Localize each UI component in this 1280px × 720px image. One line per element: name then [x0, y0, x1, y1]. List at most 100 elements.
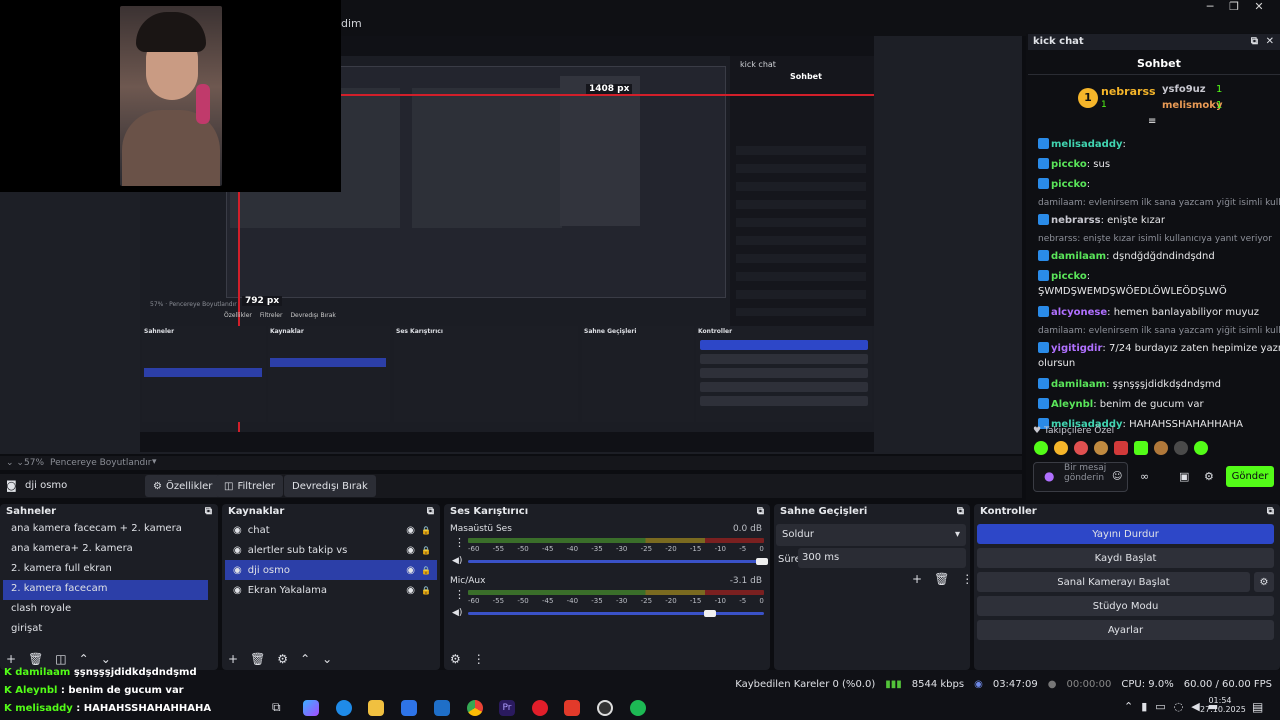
- transition-select[interactable]: Soldur ▾: [776, 524, 966, 546]
- lock-icon[interactable]: 🔒: [421, 586, 431, 595]
- menu-icon[interactable]: ⋮: [454, 588, 465, 601]
- lock-icon[interactable]: 🔒: [421, 526, 431, 535]
- virtual-camera-settings-icon[interactable]: ⚙: [1254, 572, 1274, 592]
- eye-icon[interactable]: ◉: [406, 525, 415, 536]
- chat-username[interactable]: melisadaddy: [1051, 139, 1123, 150]
- chevron-up-icon[interactable]: ⌃: [1124, 700, 1133, 713]
- stop-stream-button[interactable]: Yayını Durdur: [977, 524, 1274, 544]
- properties-button[interactable]: ⚙ Özellikler: [145, 475, 221, 497]
- scene-item[interactable]: 2. kamera full ekran: [3, 560, 208, 580]
- scene-item[interactable]: girişat: [3, 620, 208, 640]
- studio-mode-button[interactable]: Stüdyo Modu: [977, 596, 1274, 616]
- minimize-icon[interactable]: ─: [1197, 0, 1223, 14]
- eye-icon[interactable]: ◉: [406, 565, 415, 576]
- virtual-camera-button[interactable]: Sanal Kamerayı Başlat: [977, 572, 1250, 592]
- dock-popout-icon[interactable]: ⧉: [427, 506, 434, 518]
- emote-icon[interactable]: [1154, 441, 1168, 455]
- volume-icon[interactable]: ◀: [1191, 700, 1199, 713]
- emote-icon[interactable]: [1074, 441, 1088, 455]
- source-item[interactable]: ◉ alertler sub takip vs ◉ 🔒: [225, 540, 437, 560]
- zoom-fit-label[interactable]: Pencereye Boyutlandır: [50, 458, 151, 468]
- emote-icon[interactable]: [1134, 441, 1148, 455]
- menu-icon[interactable]: ⋮: [961, 572, 973, 586]
- edge-icon[interactable]: [336, 700, 352, 716]
- microphone-icon[interactable]: ▮: [1141, 700, 1147, 713]
- dock-popout-icon[interactable]: ⧉: [957, 506, 964, 518]
- close-icon[interactable]: ✕: [1246, 0, 1272, 14]
- zoom-value[interactable]: 57%: [24, 458, 44, 468]
- badges-icon[interactable]: ∞: [1140, 470, 1149, 483]
- chat-username[interactable]: piccko: [1051, 159, 1087, 170]
- volume-icon[interactable]: ◀): [452, 556, 462, 566]
- duration-spinbox[interactable]: 300 ms: [798, 548, 966, 568]
- scene-item[interactable]: 2. kamera facecam: [3, 580, 208, 600]
- trash-icon[interactable]: 🗑: [934, 572, 949, 586]
- task-view-icon[interactable]: ⧉: [272, 700, 281, 715]
- filters-button[interactable]: ◫ Filtreler: [216, 475, 284, 497]
- chevron-up-icon[interactable]: ⌃: [79, 652, 89, 666]
- source-item[interactable]: ◉ Ekran Yakalama ◉ 🔒: [225, 580, 437, 600]
- chevron-down-icon[interactable]: ▾: [152, 457, 157, 467]
- folder-icon[interactable]: [368, 700, 384, 716]
- chrome-icon[interactable]: [467, 700, 483, 716]
- gear-icon[interactable]: ⚙: [277, 652, 288, 666]
- chat-username[interactable]: alcyonese: [1051, 307, 1107, 318]
- eye-icon[interactable]: ◉: [406, 545, 415, 556]
- gear-icon[interactable]: ⚙: [1204, 470, 1214, 483]
- spotify-icon[interactable]: [630, 700, 646, 716]
- trash-icon[interactable]: 🗑: [28, 652, 43, 666]
- volume-icon[interactable]: ◀): [452, 608, 462, 618]
- chat-username[interactable]: piccko: [1051, 179, 1087, 190]
- clock[interactable]: 01:54 27.10.2025: [1200, 696, 1246, 714]
- emote-icon[interactable]: [1194, 441, 1208, 455]
- lock-icon[interactable]: 🔒: [421, 566, 431, 575]
- emote-icon[interactable]: [1034, 441, 1048, 455]
- emote-icon[interactable]: [1174, 441, 1188, 455]
- close-icon[interactable]: ✕: [1266, 36, 1274, 47]
- chat-username[interactable]: piccko: [1051, 271, 1087, 282]
- restore-icon[interactable]: ❐: [1221, 0, 1247, 14]
- slider-knob[interactable]: [704, 610, 716, 617]
- scene-item[interactable]: clash royale: [3, 600, 208, 620]
- scene-item[interactable]: ana kamera+ 2. kamera: [3, 540, 208, 560]
- volume-slider[interactable]: [468, 610, 764, 617]
- emoji-icon[interactable]: ☺: [1112, 471, 1122, 482]
- dock-popout-icon[interactable]: ⧉: [1251, 36, 1258, 47]
- lock-icon[interactable]: 🔒: [421, 546, 431, 555]
- add-icon[interactable]: +: [6, 652, 16, 666]
- expand-leaderboard-icon[interactable]: ≡: [1148, 116, 1156, 127]
- dock-popout-icon[interactable]: ⧉: [757, 506, 764, 518]
- chevron-up-icon[interactable]: ⌃: [300, 652, 310, 666]
- gear-icon[interactable]: ⚙: [450, 652, 461, 666]
- notification-icon[interactable]: ▤: [1252, 700, 1263, 714]
- volume-slider[interactable]: [468, 558, 768, 565]
- source-item[interactable]: ◉ dji osmo ◉ 🔒: [225, 560, 437, 580]
- deactivate-button[interactable]: Devredışı Bırak: [284, 475, 376, 497]
- network-icon[interactable]: ◌: [1174, 700, 1184, 713]
- settings-button[interactable]: Ayarlar: [977, 620, 1274, 640]
- trash-icon[interactable]: 🗑: [250, 652, 265, 666]
- premiere-icon[interactable]: Pr: [499, 700, 515, 716]
- chat-username[interactable]: yigitigdir: [1051, 343, 1102, 354]
- slider-knob[interactable]: [756, 558, 768, 565]
- menu-icon[interactable]: ⋮: [473, 652, 485, 666]
- eye-icon[interactable]: ◉: [406, 585, 415, 596]
- copilot-icon[interactable]: [303, 700, 319, 716]
- store-icon[interactable]: [401, 700, 417, 716]
- display-icon[interactable]: ▭: [1155, 700, 1165, 713]
- emote-icon[interactable]: [1094, 441, 1108, 455]
- chat-username[interactable]: Aleynbl: [1051, 399, 1093, 410]
- outlook-icon[interactable]: [434, 700, 450, 716]
- gift-icon[interactable]: ▣: [1179, 470, 1189, 483]
- menu-icon[interactable]: ⋮: [454, 536, 465, 549]
- scene-item[interactable]: ana kamera facecam + 2. kamera: [3, 520, 208, 540]
- start-record-button[interactable]: Kaydı Başlat: [977, 548, 1274, 568]
- add-icon[interactable]: +: [228, 652, 238, 666]
- chevron-down-icon[interactable]: ⌄: [101, 652, 111, 666]
- emote-icon[interactable]: [1054, 441, 1068, 455]
- filter-icon[interactable]: ◫: [55, 652, 66, 666]
- chat-username[interactable]: damilaam: [1051, 251, 1106, 262]
- add-icon[interactable]: +: [912, 572, 922, 586]
- opera-icon[interactable]: [532, 700, 548, 716]
- chat-username[interactable]: damilaam: [1051, 379, 1106, 390]
